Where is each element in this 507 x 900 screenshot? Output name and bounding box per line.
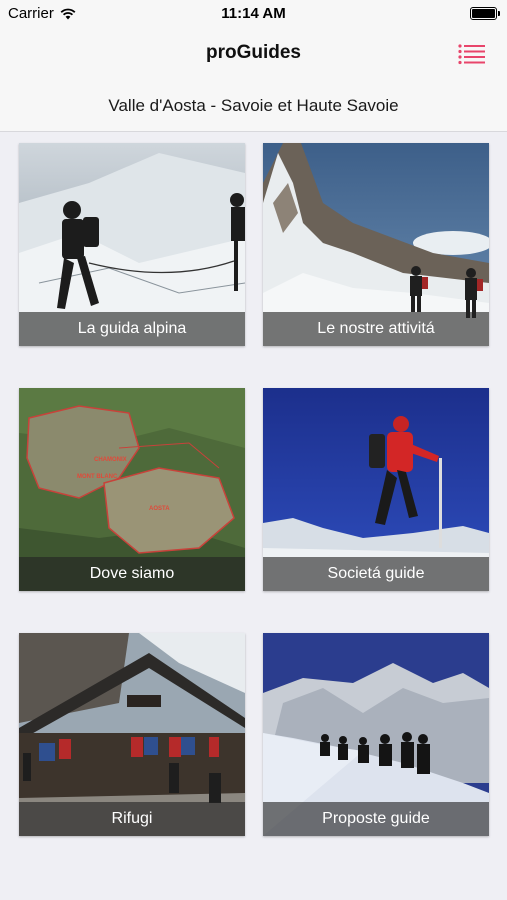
- tile-nostre-attivita[interactable]: Le nostre attivitá: [263, 143, 489, 346]
- menu-button[interactable]: [457, 42, 487, 66]
- region-header: Valle d'Aosta - Savoie et Haute Savoie: [0, 80, 507, 132]
- status-time: 11:14 AM: [221, 5, 286, 22]
- tile-guida-alpina[interactable]: La guida alpina: [19, 143, 245, 346]
- map-label-aosta: AOSTA: [149, 506, 170, 512]
- menu-icon: [458, 44, 485, 65]
- battery-icon: [470, 7, 500, 20]
- tile-label: Dove siamo: [19, 557, 245, 591]
- tile-label: Rifugi: [19, 802, 245, 836]
- map-label-chamonix: CHAMONIX: [94, 457, 127, 463]
- region-title: Valle d'Aosta - Savoie et Haute Savoie: [108, 96, 399, 115]
- status-bar: Carrier 11:14 AM: [0, 0, 507, 28]
- tile-societa-guide[interactable]: Societá guide: [263, 388, 489, 591]
- map-label-mont-blanc: MONT BLANC: [77, 474, 118, 480]
- navigation-bar: proGuides: [0, 28, 507, 80]
- tile-proposte-guide[interactable]: Proposte guide: [263, 633, 489, 836]
- tile-rifugi[interactable]: Rifugi: [19, 633, 245, 836]
- tile-label: Le nostre attivitá: [263, 312, 489, 346]
- app-title: proGuides: [205, 42, 301, 63]
- tile-label: Societá guide: [263, 557, 489, 591]
- tile-dove-siamo[interactable]: AOSTA MONT BLANC CHAMONIX Dove siamo: [19, 388, 245, 591]
- tile-label: La guida alpina: [19, 312, 245, 346]
- tile-label: Proposte guide: [263, 802, 489, 836]
